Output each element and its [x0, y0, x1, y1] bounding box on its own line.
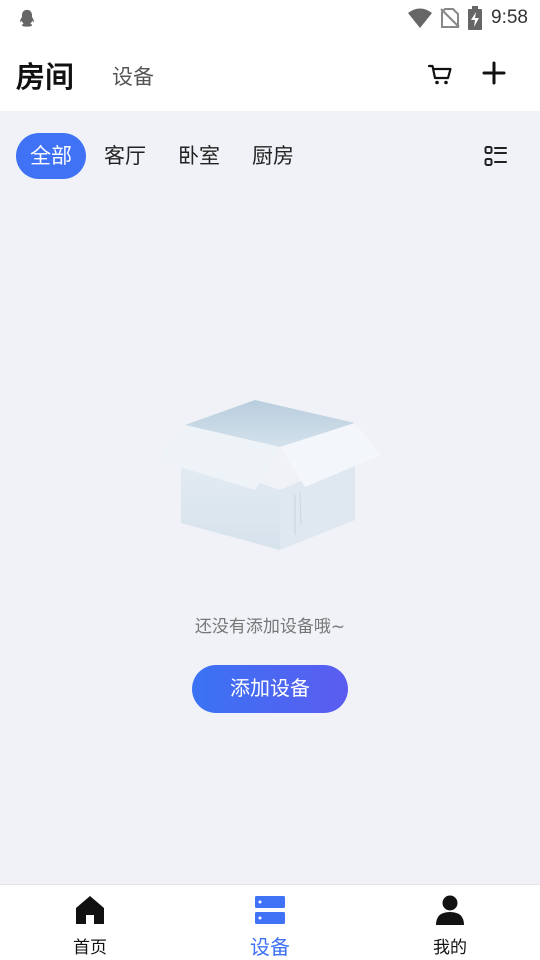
cart-icon[interactable]	[426, 60, 454, 88]
status-icons: 9:58	[407, 6, 528, 30]
bottom-nav: 首页 设备 我的	[0, 884, 540, 960]
empty-state-message: 还没有添加设备哦~	[194, 617, 346, 637]
tab-devices[interactable]: 设备	[112, 61, 154, 91]
list-view-icon[interactable]	[484, 145, 508, 169]
status-time: 9:58	[491, 7, 528, 28]
nav-label-profile: 我的	[433, 938, 467, 958]
qq-icon	[20, 9, 34, 27]
plus-icon[interactable]	[481, 60, 507, 86]
room-tab-living-room[interactable]: 客厅	[104, 133, 146, 179]
add-device-button[interactable]: 添加设备	[192, 665, 348, 713]
empty-box-icon	[157, 400, 381, 550]
status-bar: 9:58	[0, 0, 540, 38]
room-tab-all[interactable]: 全部	[16, 133, 86, 179]
profile-icon	[436, 895, 464, 925]
room-tab-kitchen[interactable]: 厨房	[252, 133, 294, 179]
home-icon	[76, 896, 104, 924]
wifi-icon	[408, 8, 433, 28]
header: 房间 设备	[0, 38, 540, 111]
nav-item-devices[interactable]: 设备	[180, 885, 360, 960]
nav-item-profile[interactable]: 我的	[360, 885, 540, 960]
room-tab-bedroom[interactable]: 卧室	[178, 133, 220, 179]
nav-item-home[interactable]: 首页	[0, 885, 180, 960]
device-icon	[255, 896, 285, 924]
nav-label-home: 首页	[73, 938, 107, 958]
page-title[interactable]: 房间	[16, 54, 74, 96]
no-sim-icon	[440, 8, 460, 28]
battery-charging-icon	[468, 6, 483, 30]
nav-label-devices: 设备	[250, 935, 290, 959]
